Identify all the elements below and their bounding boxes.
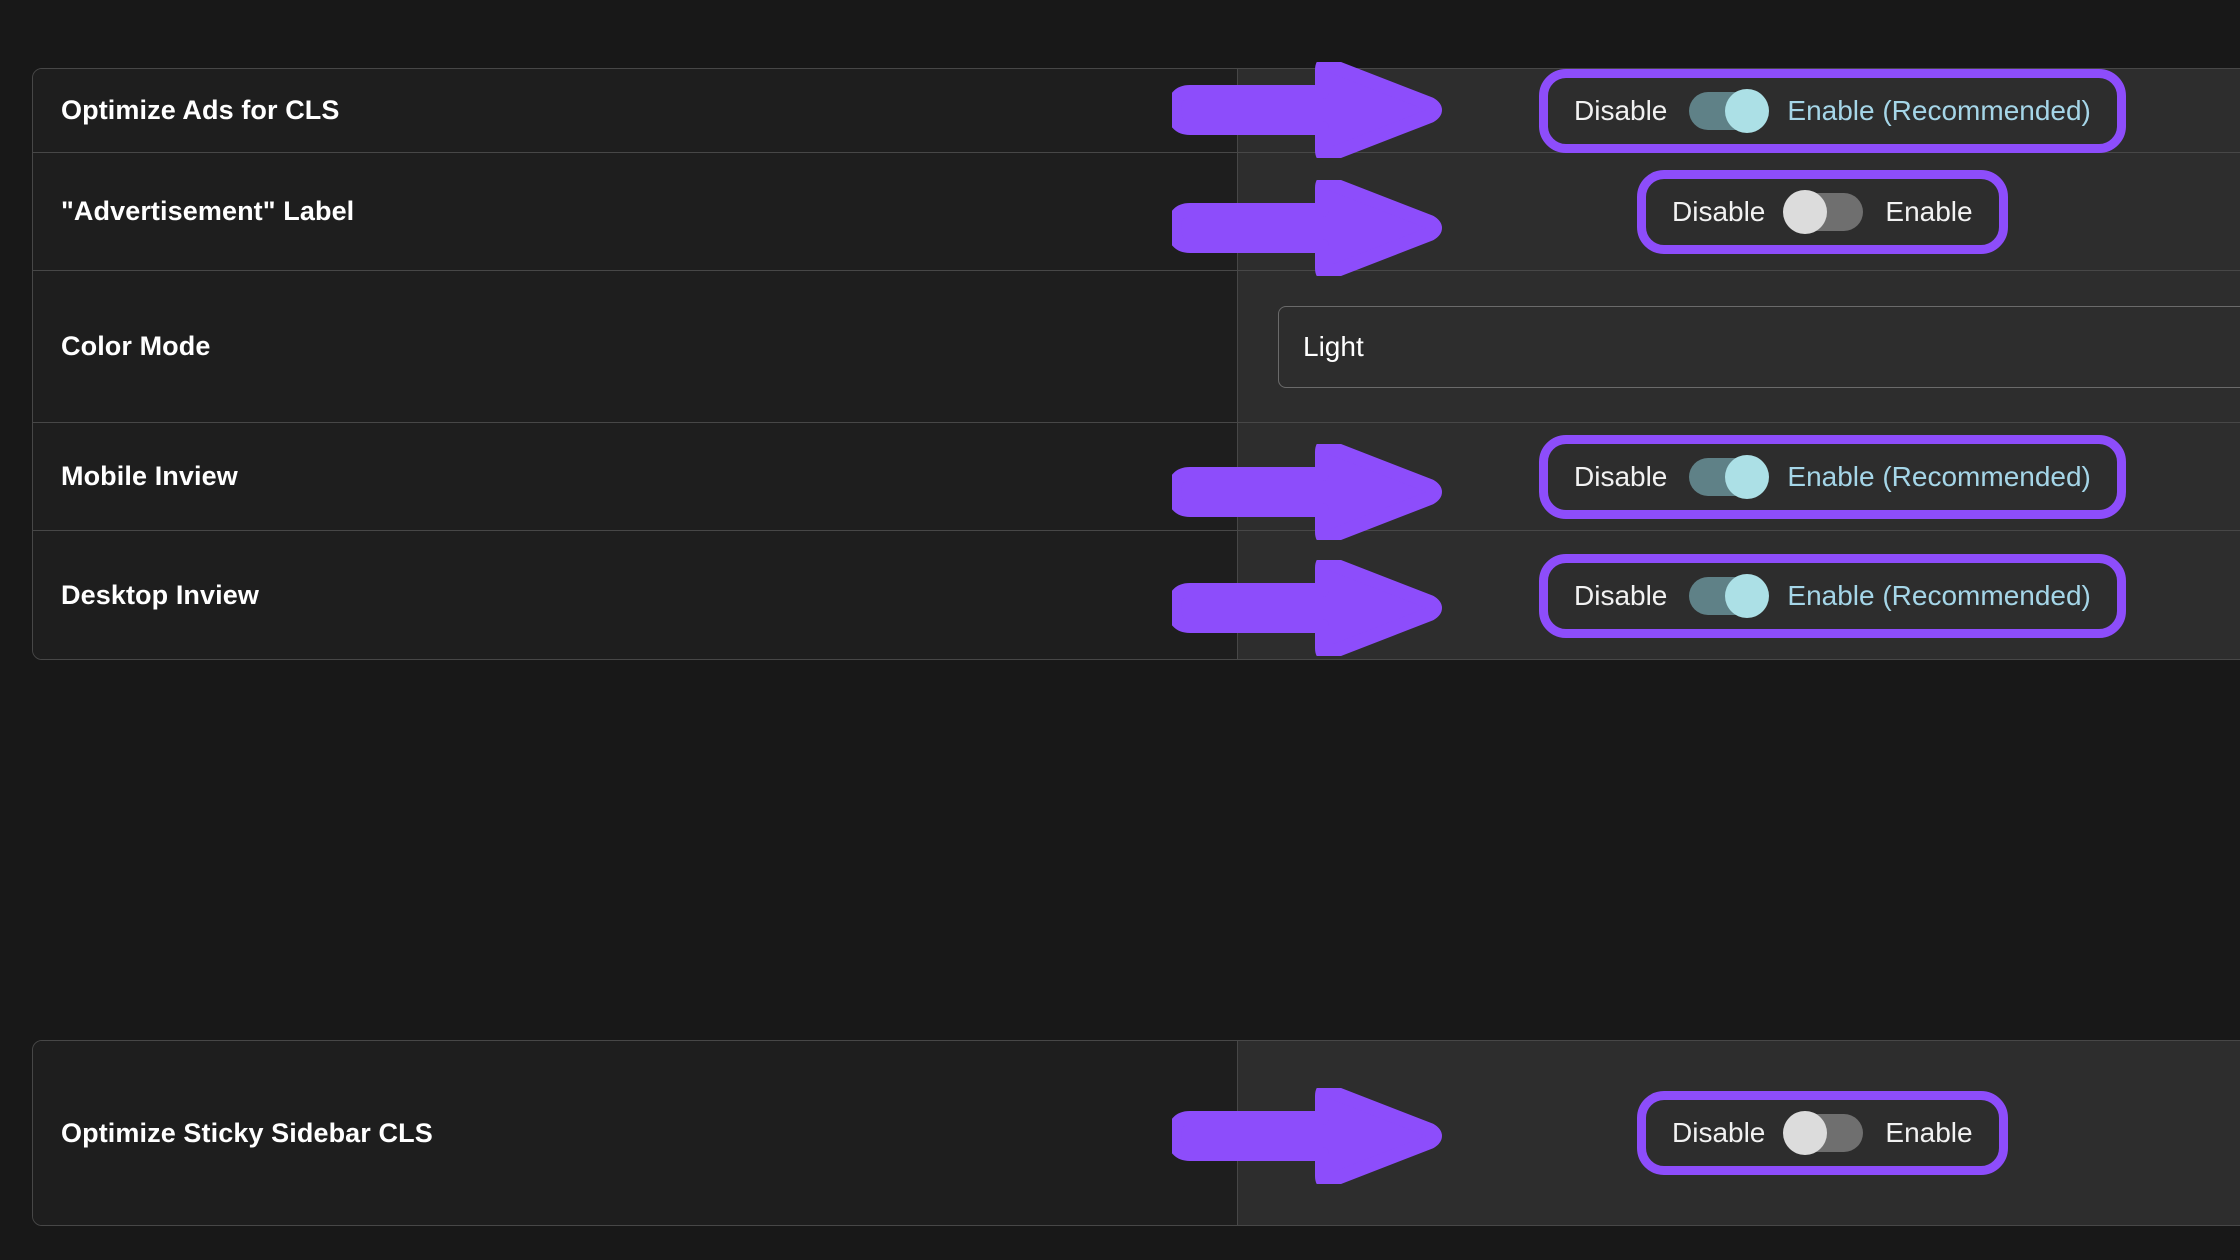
setting-label: Color Mode: [61, 331, 211, 361]
row-label-cell: Color Mode: [33, 271, 1238, 422]
settings-row-desktop-inview: Desktop Inview Disable Enable (Recommend…: [33, 531, 2240, 659]
toggle-switch[interactable]: [1689, 454, 1770, 499]
toggle-off-label[interactable]: Disable: [1672, 1119, 1765, 1147]
row-label-cell: "Advertisement" Label: [33, 153, 1238, 270]
toggle-switch[interactable]: [1689, 573, 1770, 618]
setting-label: Optimize Ads for CLS: [61, 95, 340, 125]
settings-card-main: Optimize Ads for CLS Disable Enable (Rec…: [32, 68, 2240, 660]
toggle-off-label[interactable]: Disable: [1574, 96, 1667, 125]
row-label-cell: Desktop Inview: [33, 531, 1238, 659]
settings-row-color-mode: Color Mode Light: [33, 271, 2240, 423]
row-control-cell: Disable Enable: [1238, 153, 2240, 270]
row-label-cell: Optimize Sticky Sidebar CLS: [33, 1041, 1238, 1225]
setting-label: "Advertisement" Label: [61, 196, 355, 226]
toggle-knob: [1725, 454, 1770, 499]
settings-screen: Optimize Ads for CLS Disable Enable (Rec…: [0, 0, 2240, 1260]
toggle-knob: [1783, 1111, 1828, 1155]
setting-label: Desktop Inview: [61, 580, 259, 610]
toggle-switch[interactable]: [1783, 1111, 1864, 1155]
setting-label: Mobile Inview: [61, 461, 238, 491]
toggle-on-label[interactable]: Enable (Recommended): [1787, 462, 2091, 491]
row-control-cell: Disable Enable (Recommended): [1238, 531, 2240, 659]
color-mode-select[interactable]: Light: [1278, 305, 2240, 388]
toggle-on-label[interactable]: Enable (Recommended): [1787, 581, 2091, 610]
row-control-cell: Disable Enable (Recommended): [1238, 69, 2240, 153]
toggle-off-label[interactable]: Disable: [1574, 581, 1667, 610]
settings-row-advertisement-label: "Advertisement" Label Disable Enable: [33, 153, 2240, 271]
toggle-optimize-ads-for-cls[interactable]: Disable Enable (Recommended): [1539, 69, 2126, 153]
toggle-off-label[interactable]: Disable: [1574, 462, 1667, 491]
row-control-cell: Disable Enable: [1238, 1041, 2240, 1225]
toggle-knob: [1725, 573, 1770, 618]
settings-row-mobile-inview: Mobile Inview Disable Enable (Recommende…: [33, 423, 2240, 531]
settings-row-optimize-ads-for-cls: Optimize Ads for CLS Disable Enable (Rec…: [33, 69, 2240, 153]
toggle-knob: [1783, 189, 1828, 234]
setting-label: Optimize Sticky Sidebar CLS: [61, 1117, 433, 1148]
toggle-optimize-sticky-sidebar-cls[interactable]: Disable Enable: [1637, 1091, 2008, 1175]
toggle-knob: [1725, 88, 1770, 133]
toggle-on-label[interactable]: Enable: [1885, 197, 1972, 226]
toggle-on-label[interactable]: Enable (Recommended): [1787, 96, 2091, 125]
settings-card-sticky-sidebar: Optimize Sticky Sidebar CLS Disable Enab…: [32, 1040, 2240, 1226]
row-label-cell: Mobile Inview: [33, 423, 1238, 530]
row-control-cell: Light: [1238, 271, 2240, 422]
toggle-advertisement-label[interactable]: Disable Enable: [1637, 169, 2008, 254]
toggle-switch[interactable]: [1689, 88, 1770, 133]
toggle-switch[interactable]: [1783, 189, 1864, 234]
row-control-cell: Disable Enable (Recommended): [1238, 423, 2240, 530]
toggle-on-label[interactable]: Enable: [1885, 1119, 1972, 1147]
toggle-mobile-inview[interactable]: Disable Enable (Recommended): [1539, 434, 2126, 519]
settings-row-optimize-sticky-sidebar-cls: Optimize Sticky Sidebar CLS Disable Enab…: [33, 1041, 2240, 1225]
toggle-off-label[interactable]: Disable: [1672, 197, 1765, 226]
toggle-desktop-inview[interactable]: Disable Enable (Recommended): [1539, 553, 2126, 638]
color-mode-selected-value: Light: [1303, 330, 1364, 362]
row-label-cell: Optimize Ads for CLS: [33, 69, 1238, 152]
